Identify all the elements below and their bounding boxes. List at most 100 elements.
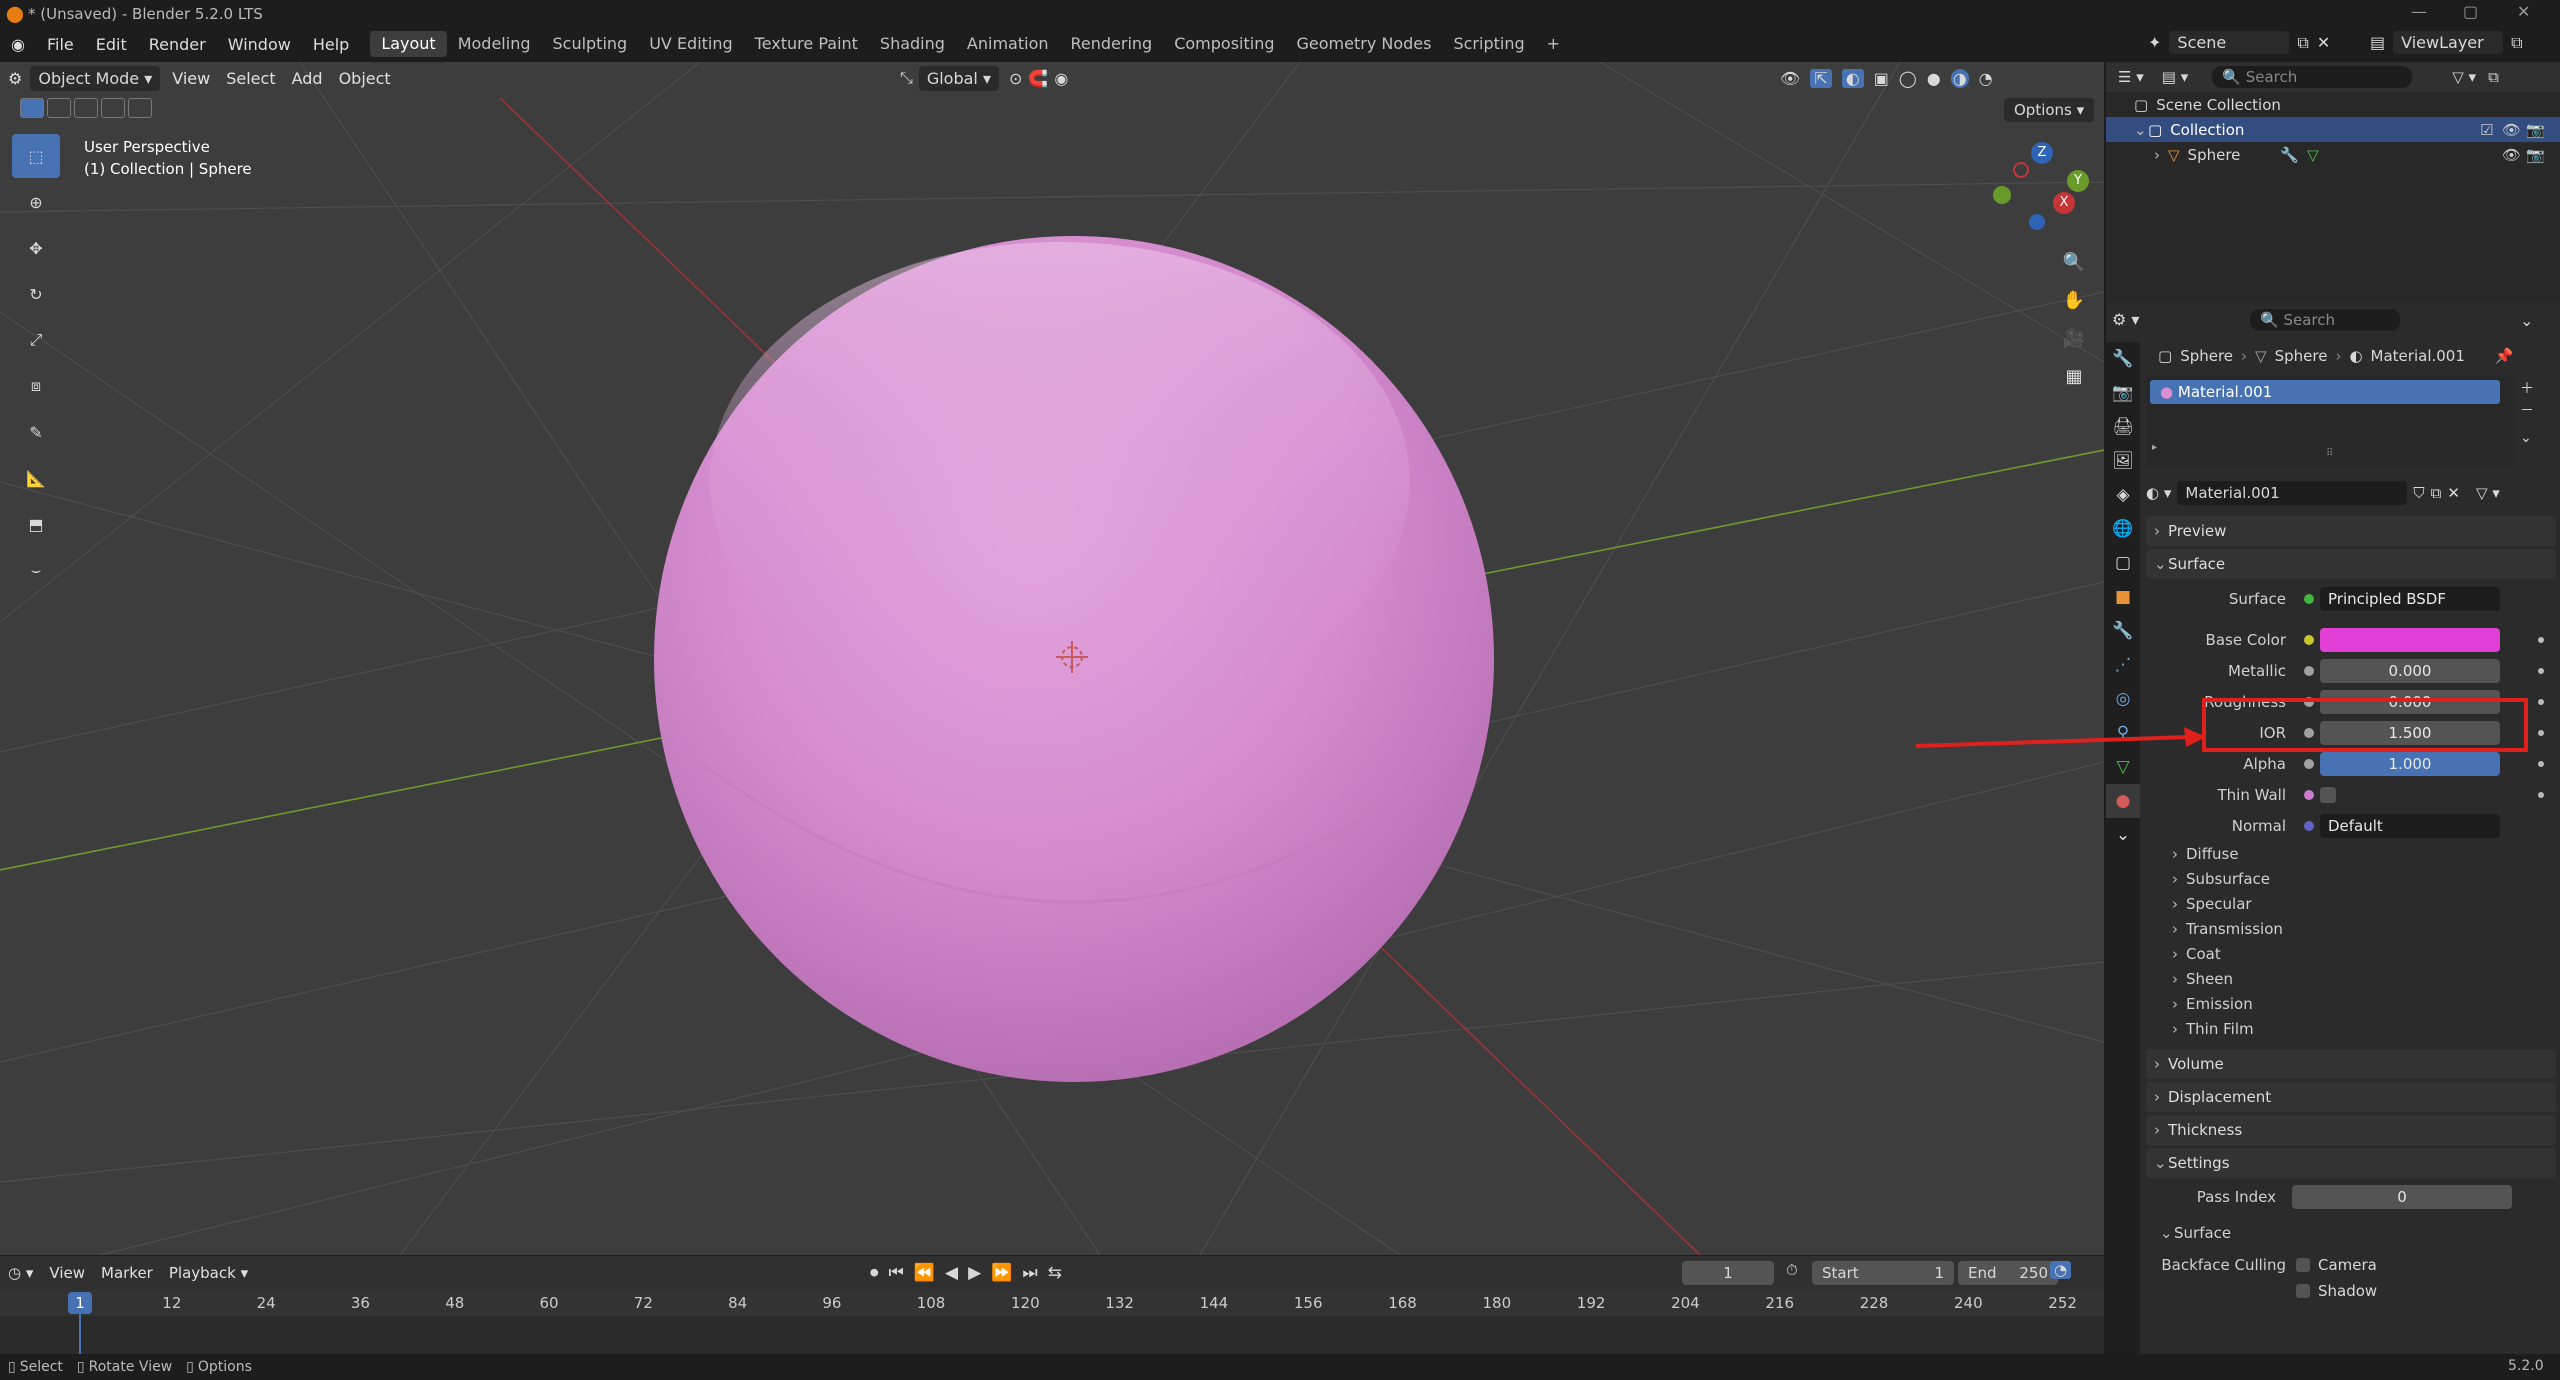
tree-item-collection[interactable]: ⌄ ▢ Collection ☑ 👁 📷: [2106, 117, 2560, 142]
eye-icon[interactable]: 👁: [2502, 121, 2521, 139]
solid-shading-icon[interactable]: ●: [1927, 69, 1941, 88]
chevron-down-icon[interactable]: ⌄: [2134, 121, 2148, 139]
play-reverse-icon[interactable]: ◀: [945, 1263, 958, 1283]
extra-tool-icon[interactable]: ⌣: [12, 548, 60, 592]
annotate-tool-icon[interactable]: ✎: [12, 410, 60, 454]
keyframe-dot-icon[interactable]: [2538, 791, 2544, 798]
scale-tool-icon[interactable]: ⤢: [12, 318, 60, 362]
tab-geometry-nodes[interactable]: Geometry Nodes: [1286, 31, 1443, 57]
panel-volume[interactable]: › Volume: [2146, 1049, 2556, 1079]
current-frame-field[interactable]: 1: [1682, 1261, 1774, 1285]
menu-file[interactable]: File: [36, 35, 85, 54]
tree-item-scene-collection[interactable]: ▢ Scene Collection: [2106, 92, 2560, 117]
wireframe-shading-icon[interactable]: ◯: [1899, 69, 1917, 88]
subpanel-specular[interactable]: › Specular: [2146, 891, 2556, 916]
properties-editor-icon[interactable]: ⚙ ▾: [2112, 310, 2139, 329]
constraints-tab-icon[interactable]: ⚲: [2106, 716, 2140, 750]
gizmo-neg-y[interactable]: [1993, 186, 2011, 204]
transform-orientation-icon[interactable]: ⤡: [900, 68, 913, 88]
record-icon[interactable]: ⏺: [870, 1263, 879, 1283]
transform-tool-icon[interactable]: ⧈: [12, 364, 60, 408]
timeline-menu-playback[interactable]: Playback ▾: [161, 1264, 256, 1282]
next-keyframe-icon[interactable]: ⏩: [991, 1263, 1012, 1283]
subpanel-diffuse[interactable]: › Diffuse: [2146, 841, 2556, 866]
panel-surface[interactable]: ⌄ Surface: [2146, 549, 2556, 579]
tree-item-sphere[interactable]: › ▽ Sphere 🔧 ▽ 👁 📷: [2106, 142, 2560, 167]
display-mode-icon[interactable]: ▤ ▾: [2162, 68, 2188, 86]
add-cube-tool-icon[interactable]: ⬒: [12, 502, 60, 546]
perspective-toggle-icon[interactable]: ▦: [2060, 362, 2088, 390]
panel-displacement[interactable]: › Displacement: [2146, 1082, 2556, 1112]
remove-slot-icon[interactable]: －: [2520, 400, 2534, 420]
render-tab-icon[interactable]: 📷: [2106, 376, 2140, 410]
thin-wall-checkbox[interactable]: [2320, 786, 2336, 803]
vp-menu-view[interactable]: View: [164, 69, 218, 88]
select-tool-icon[interactable]: ⬚: [12, 134, 60, 178]
view-layer-tab-icon[interactable]: 🖼: [2106, 444, 2140, 478]
tab-shading[interactable]: Shading: [869, 31, 956, 57]
blender-menu-icon[interactable]: ◉: [0, 35, 36, 54]
modifier-tab-icon[interactable]: 🔧: [2106, 614, 2140, 648]
tool-tab-icon[interactable]: 🔧: [2106, 342, 2140, 376]
output-tab-icon[interactable]: 🖨: [2106, 410, 2140, 444]
timeline-menu-marker[interactable]: Marker: [93, 1264, 161, 1282]
prev-keyframe-icon[interactable]: ⏪: [914, 1263, 935, 1283]
expand-icon[interactable]: ▸: [2152, 442, 2157, 453]
camera-icon[interactable]: 📷: [2526, 146, 2545, 164]
panel-settings[interactable]: ⌄ Settings: [2146, 1148, 2556, 1178]
add-workspace-button[interactable]: +: [1536, 31, 1571, 57]
options-dropdown[interactable]: Options ▾: [2004, 98, 2095, 122]
slot-menu-icon[interactable]: ⌄: [2520, 430, 2534, 446]
keyframe-dot-icon[interactable]: [2538, 636, 2544, 643]
options-chevron-icon[interactable]: ⌄: [2520, 311, 2533, 330]
fake-user-shield-icon[interactable]: ⛉: [2413, 484, 2424, 502]
pan-hand-icon[interactable]: ✋: [2060, 286, 2088, 314]
overlay-toggle-icon[interactable]: ◐: [1841, 68, 1864, 88]
new-scene-icon[interactable]: ⧉: [2297, 33, 2308, 53]
tab-compositing[interactable]: Compositing: [1163, 31, 1285, 57]
gizmo-z-axis[interactable]: Z: [2031, 142, 2053, 164]
3d-viewport[interactable]: [0, 62, 2104, 1255]
play-icon[interactable]: ▶: [968, 1263, 981, 1283]
object-tab-icon[interactable]: ■: [2106, 580, 2140, 614]
world-tab-icon[interactable]: 🌐: [2106, 512, 2140, 546]
tab-scripting[interactable]: Scripting: [1442, 31, 1535, 57]
shadow-checkbox[interactable]: [2296, 1284, 2310, 1298]
browse-material-icon[interactable]: ◐ ▾: [2146, 484, 2171, 502]
tab-animation[interactable]: Animation: [956, 31, 1060, 57]
sync-icon[interactable]: ⇆: [1048, 1263, 1062, 1283]
material-shading-icon[interactable]: ◑: [1950, 68, 1969, 88]
minimize-icon[interactable]: —: [2411, 2, 2427, 21]
subpanel-subsurface[interactable]: › Subsurface: [2146, 866, 2556, 891]
delete-scene-icon[interactable]: ✕: [2317, 33, 2330, 52]
metallic-field[interactable]: 0.000: [2320, 658, 2500, 683]
auto-keying-icon[interactable]: ◔: [2050, 1261, 2072, 1279]
keyframe-dot-icon[interactable]: [2538, 667, 2544, 674]
vp-menu-add[interactable]: Add: [284, 69, 331, 88]
subpanel-emission[interactable]: › Emission: [2146, 991, 2556, 1016]
surface-shader-selector[interactable]: Principled BSDF: [2320, 586, 2500, 611]
menu-edit[interactable]: Edit: [85, 35, 138, 54]
pivot-icon[interactable]: ⊙: [1009, 69, 1022, 88]
rendered-shading-icon[interactable]: ◔: [1979, 69, 1993, 88]
tab-uv-editing[interactable]: UV Editing: [638, 31, 743, 57]
texture-tab-icon[interactable]: ⌄: [2106, 818, 2140, 852]
new-viewlayer-icon[interactable]: ⧉: [2511, 33, 2522, 53]
keyframe-dot-icon[interactable]: [2538, 698, 2544, 705]
close-icon[interactable]: ✕: [2517, 2, 2530, 21]
move-tool-icon[interactable]: ✥: [12, 226, 60, 270]
gizmo-neg-x[interactable]: [2013, 162, 2029, 178]
mode-selector[interactable]: Object Mode ▾: [30, 65, 161, 91]
subpanel-coat[interactable]: › Coat: [2146, 941, 2556, 966]
editor-type-icon[interactable]: ⚙: [0, 69, 30, 88]
cursor-tool-icon[interactable]: ⊕: [12, 180, 60, 224]
playhead-frame[interactable]: 1: [68, 1292, 92, 1314]
select-box-icon[interactable]: [20, 98, 44, 118]
jump-start-icon[interactable]: ⏮: [889, 1263, 904, 1283]
collection-tab-icon[interactable]: ▢: [2106, 546, 2140, 580]
panel-thickness[interactable]: › Thickness: [2146, 1115, 2556, 1145]
navigation-gizmo[interactable]: Z Y X: [1985, 140, 2089, 230]
outliner-search-input[interactable]: 🔍 Search: [2212, 66, 2413, 88]
keyframe-dot-icon[interactable]: [2538, 760, 2544, 767]
zoom-icon[interactable]: 🔍: [2060, 248, 2088, 276]
